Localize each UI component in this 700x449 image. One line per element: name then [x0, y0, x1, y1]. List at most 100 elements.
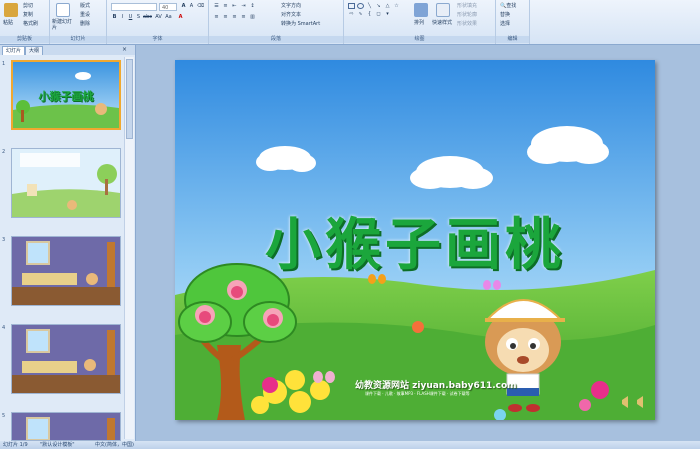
shape-fill-button[interactable]: 形状填充 [457, 2, 477, 9]
columns-icon[interactable]: ▥ [249, 14, 256, 21]
font-size-combo[interactable]: 40 [159, 3, 177, 11]
slide-thumbnail-3[interactable] [11, 236, 121, 306]
italic-icon[interactable]: I [119, 14, 126, 21]
curve-shape-icon[interactable]: ∿ [357, 11, 364, 18]
slide-thumbnail-5[interactable] [11, 412, 121, 441]
slide-thumbnail-3-image [12, 237, 120, 305]
font-group-label: 字体 [107, 36, 208, 43]
shadow-icon[interactable]: S [135, 14, 142, 21]
slide-thumbnail-2-image [12, 149, 120, 217]
site-caption[interactable]: 幼教资源网站 ziyuan.baby611.com [355, 378, 517, 391]
layout-button[interactable]: 版式 [80, 2, 90, 9]
block-arrow-icon[interactable]: ⇨ [348, 11, 355, 18]
theme-name: "默认设计模板" [40, 442, 75, 448]
editing-group-label: 编辑 [496, 36, 529, 43]
decrease-indent-icon[interactable]: ⇤ [231, 3, 238, 10]
bullets-icon[interactable]: ☰ [213, 3, 220, 10]
slide-canvas[interactable]: 小猴子画桃 幼教资源网站 ziyuan.baby611.com 课件下载 · 儿… [175, 60, 655, 420]
line-spacing-icon[interactable]: ↕ [249, 3, 256, 10]
brace-shape-icon[interactable]: { [366, 11, 373, 18]
quick-styles-button[interactable]: 快速样式 [432, 19, 452, 26]
underline-icon[interactable]: U [127, 14, 134, 21]
shrink-font-icon[interactable]: A [188, 3, 195, 10]
thumbnail-number: 1 [2, 61, 6, 67]
drawing-group: ╲ ↘ △ ☆ ⇨ ∿ { ◻ ▾ 排列 快速样式 形状填充 形状轮廓 形状效果… [344, 0, 496, 44]
new-slide-icon[interactable] [56, 3, 70, 17]
slide-thumbnail-4[interactable] [11, 324, 121, 394]
slide-title[interactable]: 小猴子画桃 [175, 200, 655, 281]
arrow-shape-icon[interactable]: ↘ [375, 3, 382, 10]
find-label: 查找 [506, 3, 517, 9]
select-button[interactable]: 选择 [500, 20, 510, 27]
text-direction-button[interactable]: 文字方向 [281, 2, 301, 9]
ribbon: 粘贴 剪切 复制 格式刷 剪贴板 新建幻灯片 版式 重设 删除 幻灯片 40 A… [0, 0, 700, 45]
slide-thumbnail-1[interactable]: 小猴子画桃 [11, 60, 121, 130]
slides-group-label: 幻灯片 [50, 36, 106, 43]
find-button[interactable]: 🔍查找 [500, 2, 516, 9]
replace-button[interactable]: 替换 [500, 11, 510, 18]
slide-thumbnail-2[interactable] [11, 148, 121, 218]
scrollbar-thumb[interactable] [126, 59, 133, 139]
font-name-combo[interactable] [111, 3, 157, 11]
cut-button[interactable]: 剪切 [23, 2, 33, 9]
arrange-icon[interactable] [414, 3, 428, 17]
font-color-icon[interactable]: A [177, 14, 184, 21]
align-right-icon[interactable]: ≡ [231, 14, 238, 21]
quick-styles-icon[interactable] [436, 3, 450, 17]
oval-shape-icon[interactable] [357, 3, 364, 9]
panel-scrollbar[interactable] [124, 57, 134, 439]
paragraph-group: ☰ ≡ ⇤ ⇥ ↕ ≡ ≡ ≡ ≡ ▥ 文字方向 对齐文本 转换为 SmartA… [209, 0, 344, 44]
delete-slide-button[interactable]: 删除 [80, 20, 90, 27]
language-status[interactable]: 中文(简体，中国) [95, 441, 134, 449]
slide-thumbnail-5-image [12, 413, 120, 440]
slide-counter: 幻灯片 1/9 [3, 442, 28, 448]
editing-group: 🔍查找 替换 选择 编辑 [496, 0, 530, 44]
clipboard-group: 粘贴 剪切 复制 格式刷 剪贴板 [0, 0, 50, 44]
increase-indent-icon[interactable]: ⇥ [240, 3, 247, 10]
align-left-icon[interactable]: ≡ [213, 14, 220, 21]
line-shape-icon[interactable]: ╲ [366, 3, 373, 10]
align-center-icon[interactable]: ≡ [222, 14, 229, 21]
format-painter-button[interactable]: 格式刷 [23, 20, 38, 27]
grow-font-icon[interactable]: A [180, 3, 187, 10]
triangle-shape-icon[interactable]: △ [384, 3, 391, 10]
new-slide-button[interactable]: 新建幻灯片 [52, 19, 74, 31]
tab-slides[interactable]: 幻灯片 [2, 46, 26, 55]
rectangle-shape-icon[interactable] [348, 3, 355, 9]
status-bar: 幻灯片 1/9 "默认设计模板" 中文(简体，中国) [0, 441, 700, 449]
paste-icon[interactable] [4, 3, 18, 17]
convert-smartart-button[interactable]: 转换为 SmartArt [281, 20, 320, 27]
paragraph-group-label: 段落 [209, 36, 343, 43]
strikethrough-icon[interactable]: abc [143, 14, 152, 21]
shape-outline-button[interactable]: 形状轮廓 [457, 11, 477, 18]
justify-icon[interactable]: ≡ [240, 14, 247, 21]
clear-format-icon[interactable]: ⌫ [197, 3, 204, 10]
star-shape-icon[interactable]: ☆ [393, 3, 400, 10]
font-group: 40 A A ⌫ B I U S abc AV Aa A 字体 [107, 0, 209, 44]
drawing-group-label: 绘图 [344, 36, 495, 43]
thumbnail-number: 2 [2, 149, 6, 155]
paste-button[interactable]: 粘贴 [3, 19, 13, 26]
spacing-icon[interactable]: AV [155, 14, 162, 21]
thumbnail-number: 3 [2, 237, 6, 243]
reset-button[interactable]: 重设 [80, 11, 90, 18]
clipboard-group-label: 剪贴板 [0, 36, 49, 43]
copy-button[interactable]: 复制 [23, 11, 33, 18]
align-text-button[interactable]: 对齐文本 [281, 11, 301, 18]
thumbnail-number: 5 [2, 413, 6, 419]
thumbnail-title: 小猴子画桃 [38, 90, 94, 103]
bold-icon[interactable]: B [111, 14, 118, 21]
close-panel-icon[interactable]: × [122, 46, 127, 53]
shape-effects-button[interactable]: 形状效果 [457, 20, 477, 27]
callout-shape-icon[interactable]: ◻ [375, 11, 382, 18]
slide-thumbnail-4-image [12, 325, 120, 393]
numbering-icon[interactable]: ≡ [222, 3, 229, 10]
more-shapes-icon[interactable]: ▾ [384, 11, 391, 18]
thumbnail-number: 4 [2, 325, 6, 331]
site-subcaption[interactable]: 课件下载 · 儿歌 · 故事MP3 · FLASH课件下载 · 试卷下载等 [365, 391, 470, 397]
tab-outline[interactable]: 大纲 [25, 46, 44, 55]
change-case-icon[interactable]: Aa [165, 14, 172, 21]
panel-tabs: 幻灯片 大纲 × [0, 45, 135, 55]
slides-group: 新建幻灯片 版式 重设 删除 幻灯片 [50, 0, 107, 44]
arrange-button[interactable]: 排列 [414, 19, 424, 26]
